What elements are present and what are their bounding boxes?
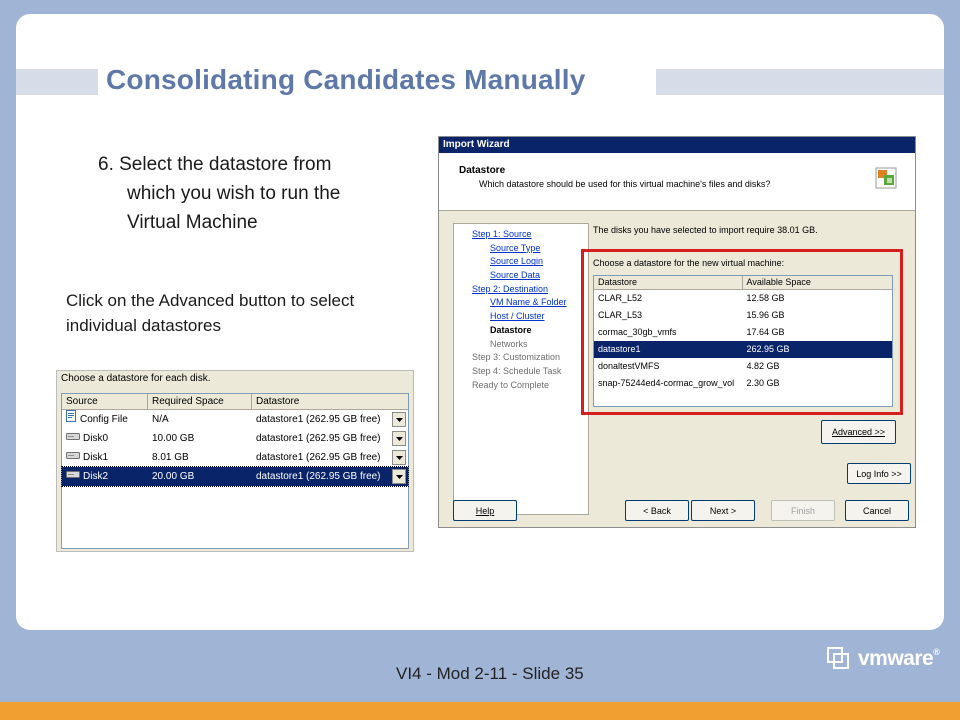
nav-item-host-cluster[interactable]: Host / Cluster xyxy=(454,310,588,324)
log-info-button[interactable]: Log Info >> xyxy=(847,463,911,484)
nav-item-step-3-customization: Step 3: Customization xyxy=(472,352,561,363)
column-header-datastore[interactable]: Datastore xyxy=(252,394,408,409)
disk-source-label: Disk1 xyxy=(83,452,109,463)
cancel-button[interactable]: Cancel xyxy=(845,500,909,521)
disk-icon xyxy=(66,448,80,467)
nav-item-source-type[interactable]: Source Type xyxy=(454,242,588,256)
disk-source-label: Config File xyxy=(80,414,128,425)
wizard-header-subtitle: Which datastore should be used for this … xyxy=(479,179,771,189)
disk-table-header: Source Required Space Datastore xyxy=(62,394,408,410)
disk-row[interactable]: Disk2 20.00 GB datastore1 (262.95 GB free) xyxy=(61,466,409,487)
slide-title: Consolidating Candidates Manually xyxy=(106,64,586,95)
disk-datastore-select[interactable]: datastore1 (262.95 GB free) xyxy=(252,429,390,448)
disk-datastore-select[interactable]: datastore1 (262.95 GB free) xyxy=(252,410,390,429)
step-line: Virtual Machine xyxy=(127,212,258,233)
disk-required-space: N/A xyxy=(152,414,169,425)
logo-word: vmware xyxy=(858,647,934,670)
slide-footer: VI4 - Mod 2-11 - Slide 35 xyxy=(396,664,584,683)
vmware-logo-text: vmware® xyxy=(858,647,940,671)
disk-source: Disk0 xyxy=(62,429,148,448)
nav-item-datastore: Datastore xyxy=(490,324,532,335)
advanced-button-label: Advanced >> xyxy=(831,427,886,437)
nav-item-vm-name-folder[interactable]: VM Name & Folder xyxy=(454,296,588,310)
back-button[interactable]: < Back xyxy=(625,500,689,521)
highlight-box xyxy=(581,249,903,415)
disk-source: Config File xyxy=(62,410,148,429)
disk-row[interactable]: Disk1 8.01 GB datastore1 (262.95 GB free) xyxy=(62,448,408,467)
advanced-note: Click on the Advanced button to select i… xyxy=(66,288,354,338)
nav-item-source-data[interactable]: Source Data xyxy=(454,269,588,283)
help-button-label: Help xyxy=(475,505,495,516)
wizard-step-nav: Step 1: Source Source Type Source Login Sou… xyxy=(453,223,589,515)
disk-row[interactable]: Config File N/A datastore1 (262.95 GB free… xyxy=(62,410,408,429)
column-header-required-space[interactable]: Required Space xyxy=(148,394,252,409)
vmware-logo-icon xyxy=(827,647,849,669)
disk-required-space: 20.00 GB xyxy=(152,471,195,482)
disk-required-space: 8.01 GB xyxy=(152,452,189,463)
note-line: Click on the Advanced button to select xyxy=(66,291,355,310)
disk-dialog-label: Choose a datastore for each disk. xyxy=(61,373,211,384)
dropdown-arrow-icon[interactable] xyxy=(392,412,406,427)
finish-button[interactable]: Finish xyxy=(771,500,835,521)
wizard-titlebar[interactable]: Import Wizard xyxy=(439,137,915,153)
vmware-logo: vmware® xyxy=(826,646,940,672)
import-wizard-window: Import Wizard Datastore Which datastore … xyxy=(438,136,916,528)
step-line: which you wish to run the xyxy=(127,183,341,204)
log-info-button-label: Log Info >> xyxy=(856,468,902,479)
nav-item-ready-to-complete: Ready to Complete xyxy=(472,379,550,390)
column-header-source[interactable]: Source xyxy=(62,394,148,409)
wizard-header: Datastore Which datastore should be used… xyxy=(439,153,915,211)
note-line: individual datastores xyxy=(66,316,221,335)
title-band-right xyxy=(656,69,944,95)
disk-required-space: 10.00 GB xyxy=(152,433,195,444)
dropdown-arrow-icon[interactable] xyxy=(392,450,406,465)
config-file-icon xyxy=(66,410,77,429)
nav-item-step-1-source[interactable]: Step 1: Source xyxy=(454,228,588,242)
wizard-header-title: Datastore xyxy=(459,165,506,176)
logo-tm: ® xyxy=(933,647,940,657)
nav-item-step-4-schedule-task: Step 4: Schedule Task xyxy=(472,365,562,376)
finish-button-label: Finish xyxy=(790,505,815,516)
disk-datastore-dialog: Choose a datastore for each disk. Source… xyxy=(56,370,414,552)
disk-source-label: Disk0 xyxy=(83,433,109,444)
disk-icon xyxy=(66,467,80,486)
back-button-label: < Back xyxy=(643,505,671,516)
next-button[interactable]: Next > xyxy=(691,500,755,521)
cancel-button-label: Cancel xyxy=(862,505,891,516)
dropdown-arrow-icon[interactable] xyxy=(392,469,406,484)
disk-source-label: Disk2 xyxy=(83,471,109,482)
disk-datastore-select[interactable]: datastore1 (262.95 GB free) xyxy=(252,467,390,486)
advanced-button[interactable]: Advanced >> xyxy=(821,420,896,444)
disk-requirement-text: The disks you have selected to import re… xyxy=(593,225,818,235)
help-button[interactable]: Help xyxy=(453,500,517,521)
disk-rows: Config File N/A datastore1 (262.95 GB free… xyxy=(61,410,409,487)
nav-item-step-2-destination[interactable]: Step 2: Destination xyxy=(454,283,588,297)
disk-datastore-select[interactable]: datastore1 (262.95 GB free) xyxy=(252,448,390,467)
step-line: 6. Select the datastore from xyxy=(98,154,332,175)
title-band-left xyxy=(16,69,98,95)
nav-item-networks: Networks xyxy=(490,338,528,349)
disk-table: Source Required Space Datastore Config F… xyxy=(61,393,409,549)
nav-item-source-login[interactable]: Source Login xyxy=(454,255,588,269)
dropdown-arrow-icon[interactable] xyxy=(392,431,406,446)
datastore-icon xyxy=(875,167,897,191)
disk-source: Disk1 xyxy=(62,448,148,467)
step-instruction: 6. Select the datastore from which you w… xyxy=(98,150,340,237)
next-button-label: Next > xyxy=(709,505,737,516)
bottom-accent-bar xyxy=(0,702,960,720)
disk-icon xyxy=(66,429,80,448)
slide: Consolidating Candidates Manually 6. Sel… xyxy=(0,0,960,720)
disk-row[interactable]: Disk0 10.00 GB datastore1 (262.95 GB free) xyxy=(62,429,408,448)
disk-source: Disk2 xyxy=(62,467,148,486)
